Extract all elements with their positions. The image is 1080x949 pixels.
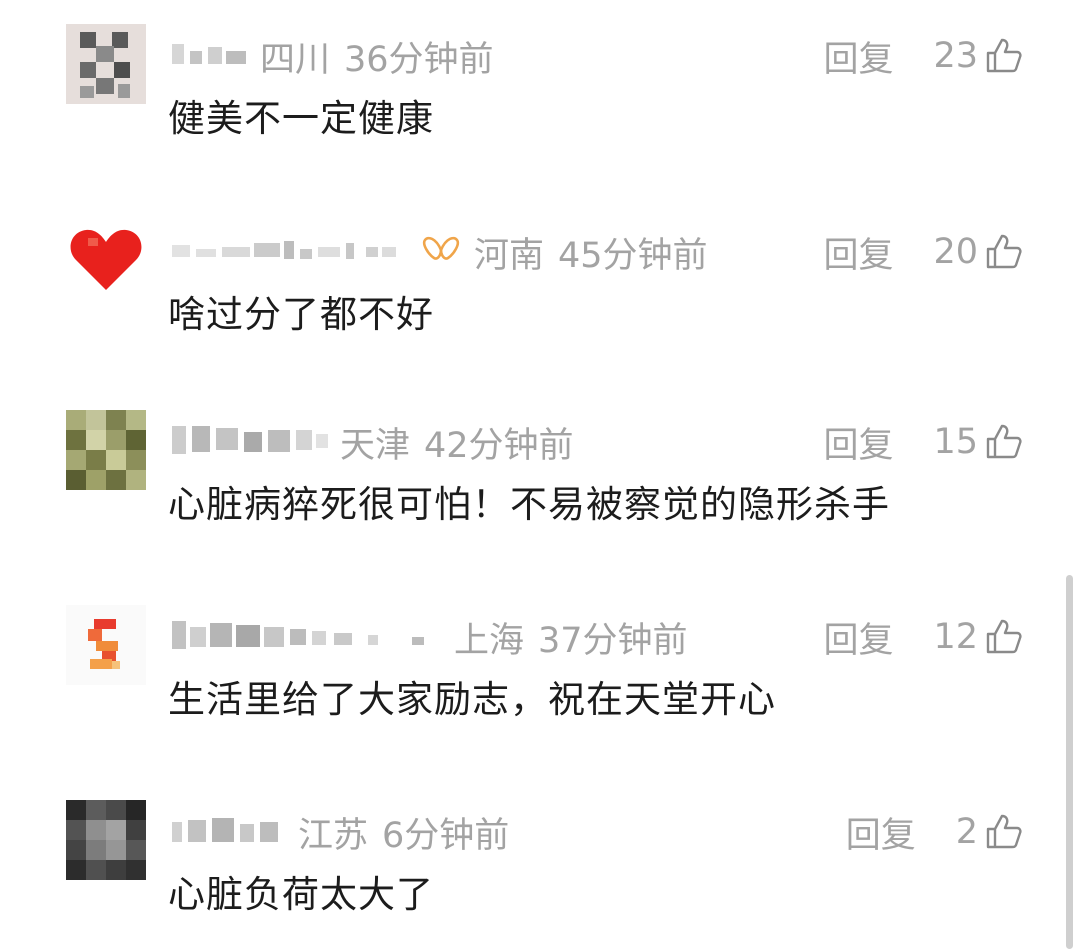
pixelated-avatar-icon bbox=[66, 605, 146, 685]
comment-location: 四川 bbox=[260, 39, 331, 80]
reply-button[interactable]: 回复 bbox=[823, 612, 893, 663]
username-blurred[interactable] bbox=[172, 615, 442, 655]
comment-time: 36分钟前 bbox=[344, 39, 494, 80]
comment-time: 37分钟前 bbox=[538, 620, 688, 661]
user-avatar[interactable] bbox=[66, 24, 146, 104]
bow-badge-icon bbox=[422, 236, 460, 260]
comment-actions: 回复 12 bbox=[823, 617, 1024, 661]
blurred-username bbox=[172, 621, 424, 649]
comment-text: 心脏负荷太大了 bbox=[168, 873, 434, 916]
comment-location: 上海 bbox=[454, 620, 525, 661]
comment-text: 啥过分了都不好 bbox=[168, 293, 434, 336]
reply-button[interactable]: 回复 bbox=[846, 807, 916, 858]
comment-time: 45分钟前 bbox=[558, 235, 708, 276]
username-blurred[interactable] bbox=[172, 34, 250, 74]
red-heart-avatar-icon bbox=[66, 220, 146, 300]
comment-item: 河南 45分钟前 回复 20 啥过分了都不好 bbox=[0, 220, 1080, 360]
reply-button[interactable]: 回复 bbox=[823, 227, 893, 278]
thumbs-up-icon[interactable] bbox=[984, 232, 1024, 272]
blurred-username bbox=[172, 426, 328, 454]
thumbs-up-icon[interactable] bbox=[984, 36, 1024, 76]
user-avatar[interactable] bbox=[66, 605, 146, 685]
comment-meta: 四川 36分钟前 bbox=[260, 36, 494, 80]
pixelated-avatar-icon bbox=[66, 410, 146, 490]
scrollbar[interactable] bbox=[1066, 575, 1073, 949]
like-count: 2 bbox=[955, 812, 978, 852]
like-count: 15 bbox=[933, 422, 978, 462]
comment-item: 四川 36分钟前 回复 23 健美不一定健康 bbox=[0, 24, 1080, 164]
comment-actions: 回复 2 bbox=[846, 812, 1024, 856]
blurred-username bbox=[172, 818, 278, 842]
comment-item: 天津 42分钟前 回复 15 心脏病猝死很可怕！不易被察觉的隐形杀手 bbox=[0, 410, 1080, 550]
comment-text: 健美不一定健康 bbox=[168, 97, 434, 140]
pixelated-avatar-icon bbox=[66, 24, 146, 104]
comment-time: 42分钟前 bbox=[424, 425, 574, 466]
comment-actions: 回复 20 bbox=[823, 232, 1024, 276]
username-blurred[interactable] bbox=[172, 810, 290, 850]
comment-item: 上海 37分钟前 回复 12 生活里给了大家励志，祝在天堂开心 bbox=[0, 605, 1080, 745]
reply-button[interactable]: 回复 bbox=[823, 31, 893, 82]
username-blurred[interactable] bbox=[172, 230, 460, 270]
like-count: 23 bbox=[933, 36, 978, 76]
thumbs-up-icon[interactable] bbox=[984, 812, 1024, 852]
comment-text: 心脏病猝死很可怕！不易被察觉的隐形杀手 bbox=[168, 483, 890, 526]
comment-meta: 河南 45分钟前 bbox=[474, 232, 708, 276]
like-count: 12 bbox=[933, 617, 978, 657]
comment-text: 生活里给了大家励志，祝在天堂开心 bbox=[168, 678, 776, 721]
comment-location: 江苏 bbox=[298, 815, 369, 856]
blurred-username bbox=[172, 44, 246, 64]
user-avatar[interactable] bbox=[66, 220, 146, 300]
comment-meta: 上海 37分钟前 bbox=[454, 617, 688, 661]
comment-time: 6分钟前 bbox=[382, 815, 510, 856]
reply-button[interactable]: 回复 bbox=[823, 417, 893, 468]
comment-actions: 回复 15 bbox=[823, 422, 1024, 466]
user-avatar[interactable] bbox=[66, 800, 146, 880]
comment-item: 江苏 6分钟前 回复 2 心脏负荷太大了 bbox=[0, 800, 1080, 940]
user-avatar[interactable] bbox=[66, 410, 146, 490]
comment-meta: 江苏 6分钟前 bbox=[298, 812, 509, 856]
thumbs-up-icon[interactable] bbox=[984, 422, 1024, 462]
comment-meta: 天津 42分钟前 bbox=[340, 422, 574, 466]
like-count: 20 bbox=[933, 232, 978, 272]
blurred-username bbox=[172, 241, 396, 259]
username-blurred[interactable] bbox=[172, 420, 332, 460]
thumbs-up-icon[interactable] bbox=[984, 617, 1024, 657]
comment-location: 河南 bbox=[474, 235, 545, 276]
comment-actions: 回复 23 bbox=[823, 36, 1024, 80]
comment-location: 天津 bbox=[340, 425, 411, 466]
pixelated-avatar-icon bbox=[66, 800, 146, 880]
